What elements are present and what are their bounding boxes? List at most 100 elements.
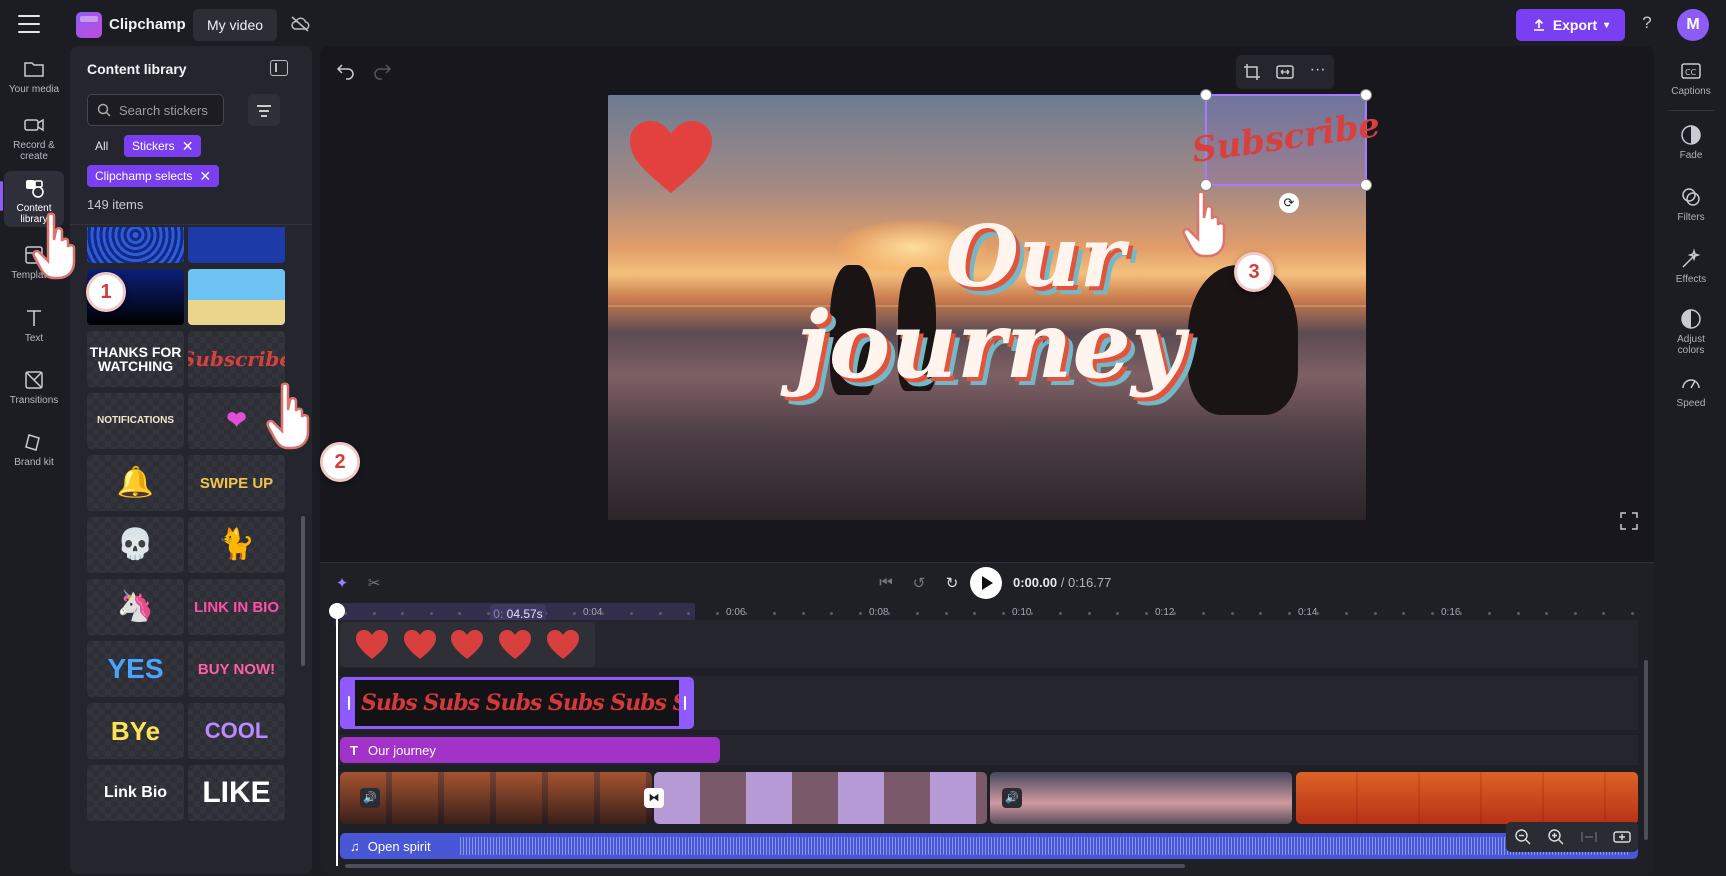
playhead[interactable]: [336, 604, 338, 866]
sticker-fish[interactable]: [188, 227, 285, 263]
sticker-like[interactable]: LIKE: [188, 765, 285, 821]
transition-icon[interactable]: ⧓: [644, 788, 664, 808]
panel-speed[interactable]: Speed: [1662, 372, 1720, 409]
sticker-link-bio[interactable]: Link Bio: [87, 765, 184, 821]
more-options-icon[interactable]: ···: [1309, 62, 1327, 81]
close-icon[interactable]: ✕: [199, 165, 211, 187]
horizontal-scrollbar[interactable]: [345, 864, 1185, 868]
panel-adjust-colors[interactable]: Adjust colors: [1662, 308, 1720, 356]
sticker-beach-scene[interactable]: [188, 269, 285, 325]
project-name-button[interactable]: My video: [193, 9, 278, 41]
resize-handle[interactable]: [1360, 89, 1372, 101]
play-button[interactable]: [970, 567, 1002, 599]
sticker-link-in-bio[interactable]: LINK IN BIO: [188, 579, 285, 635]
undo-icon[interactable]: [336, 60, 356, 80]
sticker-yes[interactable]: YES: [87, 641, 184, 697]
fit-timeline-icon[interactable]: [1580, 828, 1598, 846]
heart-sticker[interactable]: [626, 117, 716, 197]
ruler-tick: [1602, 612, 1606, 615]
ruler-tick: [1173, 612, 1177, 615]
avatar[interactable]: M: [1677, 9, 1709, 41]
video-clip[interactable]: [654, 772, 987, 824]
sticker-bye[interactable]: BYe: [87, 703, 184, 759]
add-track-icon[interactable]: [1612, 828, 1631, 846]
title-overlay[interactable]: Our journey: [780, 215, 1200, 392]
audio-clip-label: Open spirit: [367, 838, 431, 854]
sticker-bell[interactable]: 🔔: [87, 455, 184, 511]
search-box[interactable]: [87, 94, 224, 126]
video-clip[interactable]: 🔊: [340, 772, 652, 824]
skip-back-icon[interactable]: ⏮: [876, 574, 896, 594]
ruler-label: 0:10: [1012, 607, 1032, 618]
nav-record-create[interactable]: Record & create: [4, 114, 64, 162]
video-clip[interactable]: [1296, 772, 1638, 824]
panel-captions[interactable]: CC Captions: [1662, 60, 1720, 97]
nav-your-media[interactable]: Your media: [4, 58, 64, 95]
step-badge: 1: [86, 272, 126, 312]
resize-handle[interactable]: [1200, 89, 1212, 101]
audio-clip[interactable]: ♫ Open spirit: [340, 833, 1638, 859]
menu-icon[interactable]: [18, 15, 40, 33]
ruler-tick: [1259, 612, 1263, 615]
sticker-notifications[interactable]: NOTIFICATIONS: [87, 393, 184, 449]
sticker-subscribe[interactable]: Subscribe: [188, 331, 285, 387]
zoom-out-icon[interactable]: [1514, 828, 1532, 846]
sticker-cool[interactable]: COOL: [188, 703, 285, 759]
redo-icon[interactable]: [372, 60, 392, 80]
volume-icon[interactable]: 🔊: [1002, 788, 1022, 808]
split-icon[interactable]: ✂: [364, 574, 384, 594]
sticker-swipe-up[interactable]: SWIPE UP: [188, 455, 285, 511]
trim-handle-left[interactable]: [343, 680, 355, 726]
fullscreen-icon[interactable]: [1620, 512, 1638, 530]
filter-chip-all[interactable]: All: [87, 135, 116, 157]
vertical-scrollbar[interactable]: [1644, 660, 1648, 840]
nav-transitions[interactable]: Transitions: [4, 369, 64, 406]
collapse-panel-icon[interactable]: [270, 60, 288, 76]
heart-icon: [354, 629, 390, 661]
nav-brand-kit[interactable]: Brand kit: [4, 431, 64, 468]
export-button[interactable]: Export ▾: [1516, 9, 1625, 41]
rotate-icon[interactable]: ⟳: [1279, 193, 1299, 213]
sticker-buy-now[interactable]: BUY NOW!: [188, 641, 285, 697]
sticker-label: SWIPE UP: [199, 474, 274, 492]
hearts-clip[interactable]: [340, 622, 595, 667]
video-clip[interactable]: 🔊: [990, 772, 1292, 824]
duration: / 0:16.77: [1060, 575, 1112, 590]
filter-chip-clipchamp-selects[interactable]: Clipchamp selects ✕: [87, 165, 220, 187]
step-badge: 2: [320, 442, 360, 482]
search-input[interactable]: [119, 102, 219, 118]
sticker-black-cat[interactable]: 🐈: [188, 517, 285, 573]
text-clip[interactable]: T Our journey: [340, 737, 720, 763]
panel-fade[interactable]: Fade: [1662, 124, 1720, 161]
sticker-label: COOL: [204, 718, 269, 743]
trim-handle-right[interactable]: [679, 680, 691, 726]
help-button[interactable]: ?: [1637, 13, 1657, 37]
sticker-label: ❤: [226, 407, 247, 434]
rewind-5-icon[interactable]: ↺: [909, 574, 929, 594]
zoom-in-icon[interactable]: [1547, 828, 1565, 846]
sticker-thanks-for-watching[interactable]: THANKS FOR WATCHING: [87, 331, 184, 387]
scrollbar[interactable]: [301, 516, 305, 666]
subscribe-clip[interactable]: Subs Subs Subs Subs Subs Subs Subs: [340, 677, 694, 729]
panel-effects[interactable]: Effects: [1662, 248, 1720, 285]
cloud-off-icon[interactable]: [290, 16, 310, 32]
playhead-handle[interactable]: [329, 603, 345, 619]
fit-icon[interactable]: [1276, 63, 1294, 81]
magic-icon[interactable]: ✦: [332, 574, 352, 594]
ruler-tick: [1430, 612, 1434, 615]
close-icon[interactable]: ✕: [182, 135, 194, 157]
volume-icon[interactable]: 🔊: [360, 788, 380, 808]
filter-button[interactable]: [248, 94, 280, 126]
crop-icon[interactable]: [1243, 63, 1261, 81]
heart-icon: [402, 629, 438, 661]
sticker-skull[interactable]: 💀: [87, 517, 184, 573]
panel-filters[interactable]: Filters: [1662, 186, 1720, 223]
forward-5-icon[interactable]: ↻: [942, 574, 962, 594]
sticker-unicorn[interactable]: 🦄: [87, 579, 184, 635]
brand-kit-icon: [25, 434, 40, 451]
resize-handle[interactable]: [1360, 179, 1372, 191]
nav-text[interactable]: Text: [4, 307, 64, 344]
filter-chip-stickers[interactable]: Stickers ✕: [124, 135, 202, 157]
chip-label: Stickers: [132, 139, 175, 153]
sticker-blue-pattern[interactable]: [87, 227, 184, 263]
